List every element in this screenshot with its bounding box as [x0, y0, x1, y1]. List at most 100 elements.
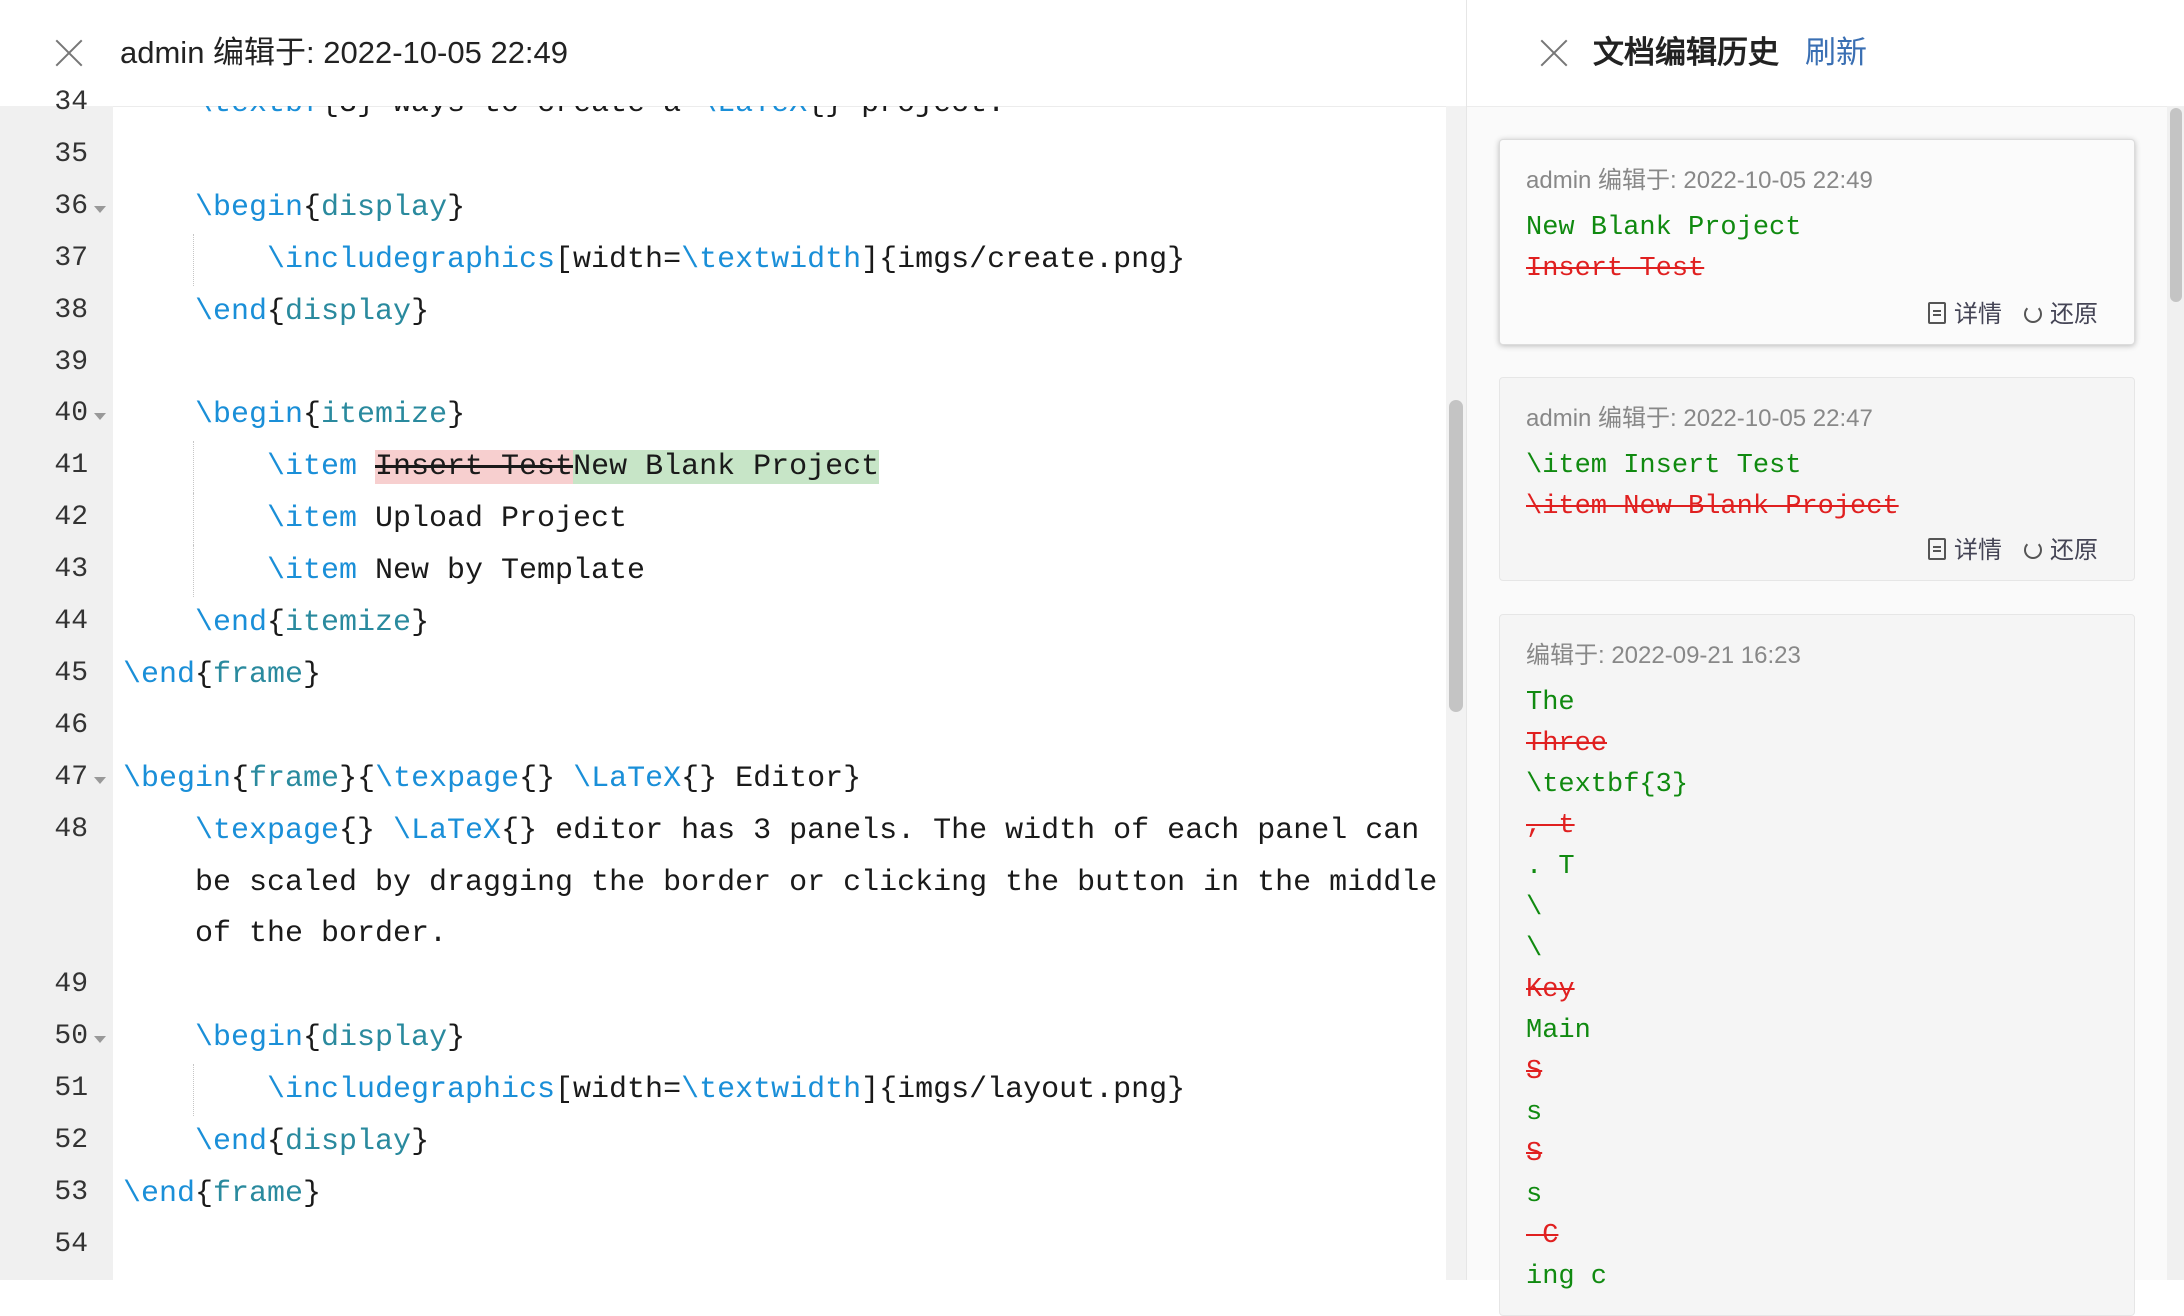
code-line: \begin{frame}{\texpage{} \LaTeX{} Editor… — [123, 759, 861, 799]
editor-scrollbar-thumb[interactable] — [1449, 400, 1463, 712]
restore-button[interactable]: 还原 — [2024, 294, 2098, 329]
code-token: {} project: — [807, 106, 1005, 121]
code-token: \end — [123, 657, 196, 692]
history-header: 文档编辑历史 刷新 — [1467, 0, 2184, 107]
code-token: \item — [267, 502, 358, 537]
code-token: {} — [519, 761, 574, 796]
line-number: 50 — [54, 1021, 88, 1053]
indent-guide — [193, 493, 194, 546]
code-token: } — [447, 190, 466, 225]
code-line: \begin{itemize} — [195, 395, 465, 435]
code-token: \end — [123, 1176, 196, 1211]
restore-button[interactable]: 还原 — [2024, 530, 2098, 565]
line-number: 34 — [54, 87, 88, 118]
code-line: \end{frame} — [123, 655, 321, 695]
history-entry-meta: admin 编辑于: 2022-10-05 22:49 — [1526, 167, 1873, 194]
details-button[interactable]: 详情 — [1928, 530, 2002, 565]
history-entry[interactable]: 编辑于: 2022-09-21 16:23 The Three \textbf{3},… — [1499, 614, 2135, 1316]
code-line: \begin{display} — [195, 1018, 465, 1058]
fold-arrow-icon[interactable] — [94, 776, 106, 784]
indent-guide — [193, 233, 194, 286]
diff-removed-line: Insert Test — [1526, 254, 1705, 284]
restore-label: 还原 — [2050, 301, 2098, 328]
diff-added-line: s — [1526, 1098, 1543, 1128]
code-token: { — [195, 657, 214, 692]
code-line: \end{frame} — [123, 1174, 321, 1214]
inserted-text: New Blank Project — [573, 450, 880, 485]
fold-arrow-icon[interactable] — [94, 413, 106, 421]
code-token: { — [303, 1021, 322, 1056]
diff-removed-line: C — [1526, 1221, 1559, 1251]
code-token: \item — [267, 554, 358, 589]
code-token: \textbf — [195, 106, 321, 121]
details-label: 详情 — [1954, 301, 2002, 328]
line-number: 51 — [54, 1073, 88, 1105]
diff-added-line: s — [1526, 1180, 1543, 1210]
diff-removed-line: S — [1526, 1139, 1543, 1169]
close-icon[interactable] — [1539, 38, 1569, 68]
code-token: { — [303, 398, 322, 433]
code-token: \LaTeX — [699, 106, 807, 121]
code-token: { — [231, 761, 250, 796]
code-line: \end{display} — [195, 292, 429, 332]
diff-removed-line: , t — [1526, 811, 1575, 841]
code-token: \begin — [195, 190, 304, 225]
diff-removed-line: S — [1526, 1057, 1543, 1087]
code-token: \textwidth — [681, 1073, 862, 1108]
line-number-gutter: 34 35 36 37 38 39 40 41 42 43 44 45 46 47 48 49 50 51 52 53… — [0, 87, 113, 1280]
line-number: 37 — [54, 242, 88, 274]
diff-added-line: Main — [1526, 1016, 1591, 1046]
code-token: {} Editor} — [681, 761, 862, 796]
code-line: \item Insert TestNew Blank Project — [267, 447, 880, 487]
diff-added-line: New Blank Project — [1526, 213, 1802, 243]
code-line: of the border. — [195, 914, 447, 954]
code-token: New by Template — [357, 554, 646, 589]
code-token: of the border. — [195, 917, 448, 952]
details-button[interactable]: 详情 — [1928, 294, 2002, 329]
code-token: frame — [213, 657, 304, 692]
history-entry[interactable]: admin 编辑于: 2022-10-05 22:47 \item Insert … — [1499, 377, 2135, 581]
line-number: 42 — [54, 502, 88, 534]
code-token: } — [447, 398, 466, 433]
editor-title: admin 编辑于: 2022-10-05 22:49 — [120, 35, 569, 70]
code-area[interactable]: \textbf{3} ways to create a \LaTeX{} pro… — [113, 106, 1443, 1280]
code-token: } — [303, 657, 322, 692]
code-token: }{ — [339, 761, 376, 796]
diff-added-line: ing c — [1526, 1262, 1608, 1292]
code-token: { — [267, 1125, 286, 1159]
code-token: itemize — [285, 606, 412, 640]
code-token: {} editor has 3 panels. The width of eac… — [501, 813, 1420, 848]
indent-guide — [193, 1064, 194, 1117]
history-entry[interactable]: admin 编辑于: 2022-10-05 22:49 New Blank Pro… — [1499, 139, 2135, 345]
diff-added-line: \item Insert Test — [1526, 451, 1802, 481]
refresh-button[interactable]: 刷新 — [1805, 30, 1867, 76]
code-token: display — [285, 1125, 412, 1159]
code-token: \texpage — [195, 813, 340, 848]
code-line: \includegraphics[width=\textwidth]{imgs/… — [267, 1070, 1185, 1110]
fold-arrow-icon[interactable] — [94, 1036, 106, 1044]
code-token: \LaTeX — [573, 761, 682, 796]
line-number: 52 — [54, 1125, 88, 1156]
history-scrollbar-thumb[interactable] — [2170, 108, 2182, 302]
code-token: itemize — [321, 398, 448, 433]
fold-arrow-icon[interactable] — [94, 205, 106, 213]
code-token: \texpage — [375, 761, 520, 796]
code-token: } — [411, 1125, 430, 1159]
document-icon — [1928, 302, 1946, 324]
code-token: [width= — [555, 1073, 682, 1108]
line-number: 39 — [54, 346, 88, 378]
close-icon[interactable] — [54, 38, 84, 68]
indent-guide — [193, 441, 194, 494]
code-token: Upload Project — [357, 502, 628, 537]
diff-added-line: The — [1526, 688, 1575, 718]
code-token: display — [285, 294, 412, 329]
line-number: 54 — [54, 1228, 88, 1260]
code-token: \item — [267, 450, 358, 485]
code-line: \textbf{3} ways to create a \LaTeX{} pro… — [195, 106, 1005, 124]
code-token: ]{imgs/create.png} — [861, 242, 1186, 277]
code-token: { — [267, 606, 286, 640]
line-number: 45 — [54, 657, 88, 689]
code-token: \begin — [195, 398, 304, 433]
line-number: 44 — [54, 606, 88, 637]
